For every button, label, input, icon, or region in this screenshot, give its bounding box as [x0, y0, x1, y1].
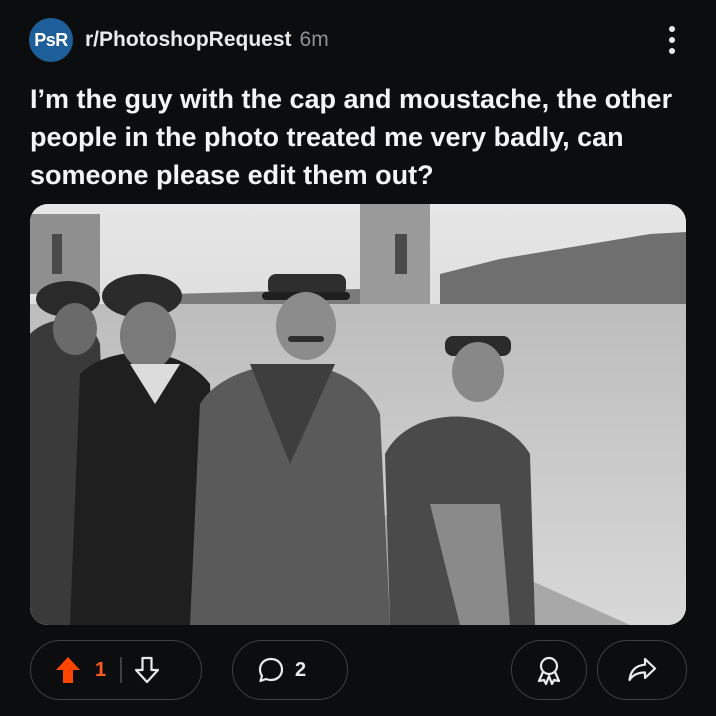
award-button[interactable]: [511, 640, 587, 700]
vote-divider: [120, 657, 122, 683]
post-actions: 1 2: [30, 640, 687, 702]
upvote-arrow-icon[interactable]: [55, 656, 81, 684]
downvote-arrow-icon[interactable]: [134, 656, 160, 684]
vote-control: 1: [30, 640, 202, 700]
vote-count: 1: [95, 658, 107, 681]
comment-count: 2: [295, 658, 307, 681]
post-photo-graphic: [30, 204, 686, 625]
share-arrow-icon: [628, 657, 657, 682]
comments-button[interactable]: 2: [232, 640, 348, 700]
subreddit-avatar[interactable]: PsR: [29, 18, 73, 62]
post-header: PsR r/PhotoshopRequest 6m: [29, 18, 686, 62]
comment-bubble-icon: [258, 657, 284, 683]
post-timestamp: 6m: [299, 28, 329, 51]
post-image[interactable]: [30, 204, 686, 625]
share-button[interactable]: [597, 640, 687, 700]
more-vertical-icon: [669, 26, 675, 32]
subreddit-name[interactable]: r/PhotoshopRequest: [85, 28, 292, 52]
post-title[interactable]: I’m the guy with the cap and moustache, …: [30, 80, 690, 194]
award-icon: [537, 656, 561, 685]
more-options-button[interactable]: [660, 22, 684, 58]
